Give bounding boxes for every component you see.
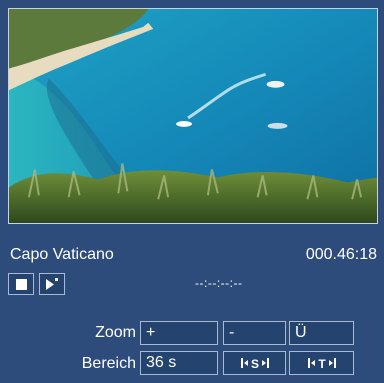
svg-text:S: S [250,357,258,370]
title-marker-icon: T [307,357,336,370]
stop-icon [15,278,27,290]
range-label: Bereich [81,355,136,372]
svg-text:T: T [318,357,326,370]
range-title-button[interactable]: T [289,351,354,375]
zoom-out-button[interactable]: - [223,321,286,345]
clip-duration: 000.46:18 [305,246,377,263]
video-preview [8,8,378,224]
zoom-full-button[interactable]: Ü [289,321,354,345]
zoom-label: Zoom [95,324,136,341]
position-display: --:--:--:-- [195,276,243,290]
scene-marker-icon: S [240,357,269,370]
clip-title: Capo Vaticano [10,246,114,263]
range-value-field[interactable]: 36 s [140,351,218,375]
play-button[interactable] [39,273,65,295]
preview-image [9,9,377,223]
zoom-in-button[interactable]: + [140,321,218,345]
range-scene-button[interactable]: S [223,351,286,375]
play-icon [46,278,58,290]
stop-button[interactable] [8,273,34,295]
